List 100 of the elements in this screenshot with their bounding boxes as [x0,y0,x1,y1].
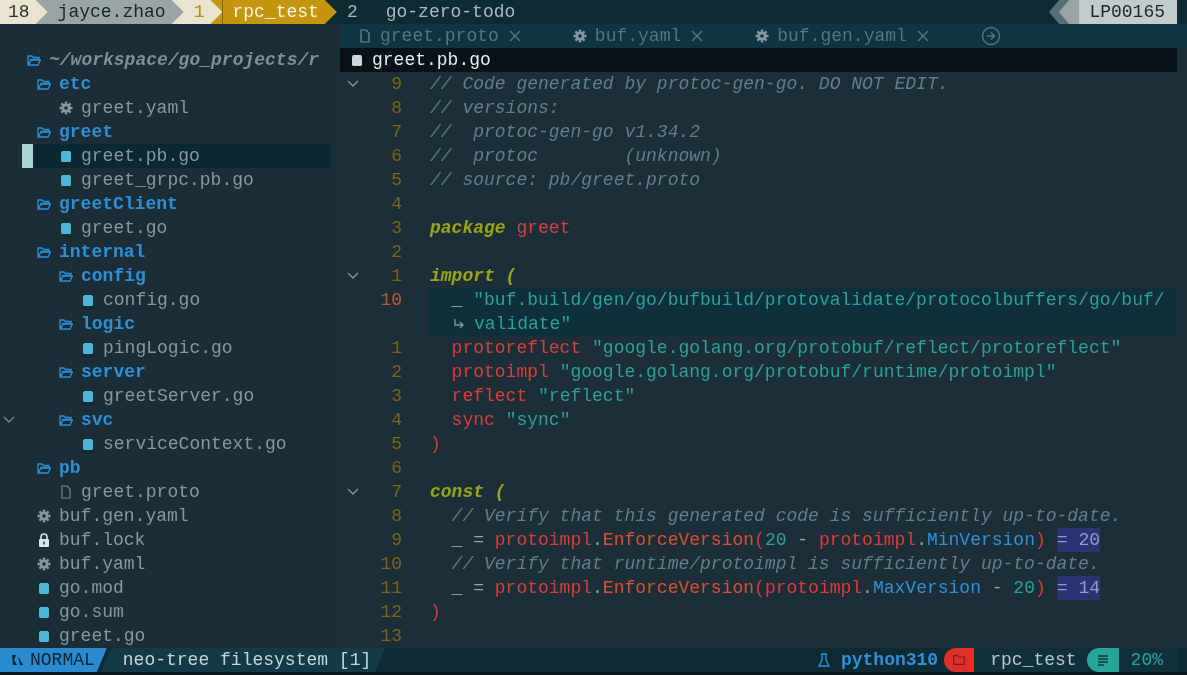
folder-icon [27,53,41,67]
folder-item[interactable]: logic [0,312,330,336]
folder-item[interactable]: greetClient [0,192,330,216]
folder-item[interactable]: server [0,360,330,384]
file-icon [59,149,73,163]
file-item[interactable]: greet.yaml [0,96,330,120]
file-item[interactable]: go.sum [0,600,330,624]
chevron-icon [346,79,360,89]
file-item[interactable]: go.mod [0,576,330,600]
chevron-icon [346,487,360,497]
code-line: reflect "reflect" [450,385,636,408]
code-line: // protoc (unknown) [430,145,722,168]
file-item[interactable]: serviceContext.go [0,432,330,456]
code-line: ) [430,433,441,456]
file-icon [81,389,95,403]
folder-icon [37,245,51,259]
file-icon [37,581,51,595]
line-number: 11 [379,577,402,600]
editor-tab[interactable]: buf.yaml [572,24,704,48]
window-tab[interactable]: rpc_test [222,0,337,24]
line-number: 2 [390,241,402,264]
code-line: validate" [474,313,572,336]
file-item[interactable]: pingLogic.go [0,336,330,360]
file-icon [59,221,73,235]
flask-icon [816,653,831,667]
line-number: 2 [390,361,402,384]
file-item[interactable]: buf.yaml [0,552,330,576]
lock-icon [37,533,51,547]
directory-name: rpc_test [974,648,1087,672]
file-item[interactable]: config.go [0,288,330,312]
chevron-icon [346,271,360,281]
line-number: 10 [379,289,402,312]
folder-icon [59,413,73,427]
gear-icon [572,29,587,43]
folder-item[interactable]: internal [0,240,330,264]
document-icon [59,485,73,499]
arrow-circle-icon[interactable] [980,26,1001,46]
gear-icon [37,509,51,523]
line-number: 5 [390,169,402,192]
file-item[interactable]: greet.go [0,216,330,240]
code-line: _ "buf.build/gen/go/bufbuild/protovalidate/protocolbuffers/go/buf/ [450,289,1165,312]
folder-item[interactable]: svc [0,408,330,432]
line-number: 5 [390,433,402,456]
session-number: 18 [0,0,48,24]
mode-label: NORMAL [30,649,95,672]
folder-icon [37,197,51,211]
folder-icon [37,461,51,475]
file-icon [81,437,95,451]
line-number: 1 [390,337,402,360]
file-item[interactable]: greet.proto [0,480,330,504]
line-number: 6 [390,145,402,168]
file-item[interactable]: buf.gen.yaml [0,504,330,528]
code-line: // Verify that this generated code is sufficiently up-to-date. [450,505,1122,528]
code-line: import ( [430,265,517,288]
host-name: LP00165 [1079,0,1177,24]
inlay-hint: = 20 [1056,528,1100,552]
gear-icon [755,29,770,43]
line-number: 4 [390,193,402,216]
file-item[interactable]: greet.go [0,624,330,648]
line-number: 8 [390,97,402,120]
inlay-hint: = 14 [1056,576,1100,600]
file-item[interactable]: buf.lock [0,528,330,552]
folder-item[interactable]: config [0,264,330,288]
file-icon [81,341,95,355]
line-number: 9 [390,73,402,96]
folder-icon [59,365,73,379]
gear-icon [37,557,51,571]
code-line: // Code generated by protoc-gen-go. DO NOT EDIT. [430,73,949,96]
folder-icon [37,125,51,139]
folder-item[interactable]: etc [0,72,330,96]
line-number: 6 [390,457,402,480]
editor-tab[interactable]: greet.proto [358,24,521,48]
line-number: 3 [390,217,402,240]
code-line: _ = protoimpl.EnforceVersion(protoimpl.MaxVersion - 20) [450,577,1046,600]
line-number: 9 [390,529,402,552]
vim-icon [10,653,24,667]
line-number: 13 [379,625,402,648]
line-number: 4 [390,409,402,432]
code-line: protoimpl "google.golang.org/protobuf/runtime/protoimpl" [450,361,1057,384]
editor-tab[interactable]: buf.gen.yaml [755,24,929,48]
file-icon [81,293,95,307]
line-number: 3 [390,385,402,408]
code-line: // protoc-gen-go v1.34.2 [430,121,701,144]
file-item[interactable]: greet_grpc.pb.go [0,168,330,192]
line-number: 7 [390,481,402,504]
code-line: package greet [430,217,571,240]
line-number: 10 [379,553,402,576]
code-line: ) [430,601,441,624]
environment-name: python310 [840,649,939,672]
file-item[interactable]: greetServer.go [0,384,330,408]
window-index[interactable]: 1 [183,0,223,24]
folder-item[interactable]: greet [0,120,330,144]
code-line: // Verify that runtime/protoimpl is sufficiently up-to-date. [450,553,1100,576]
file-icon [37,605,51,619]
document-icon [358,29,372,43]
progress-percent: 20% [1118,648,1177,672]
code-line: // source: pb/greet.proto [430,169,701,192]
code-line: const ( [430,481,506,504]
folder-item[interactable]: pb [0,456,330,480]
file-icon [59,173,73,187]
